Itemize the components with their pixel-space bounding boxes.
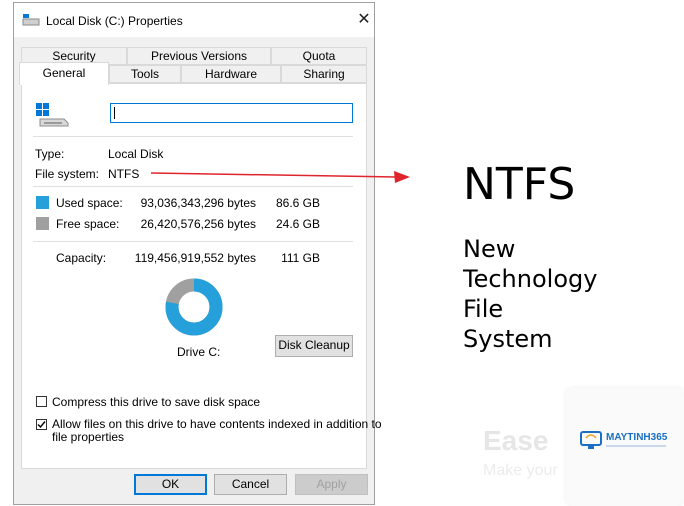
used-space-label: Used space:	[56, 196, 123, 210]
red-arrow	[150, 171, 410, 183]
close-icon[interactable]: ✕	[352, 8, 376, 32]
tab-general[interactable]: General	[19, 62, 109, 85]
free-space-swatch	[36, 217, 49, 230]
properties-dialog: Local Disk (C:) Properties ✕ Security Pr…	[13, 2, 382, 505]
compress-label: Compress this drive to save disk space	[52, 395, 261, 409]
watermark-tagline: Make your	[483, 462, 558, 479]
free-space-bytes: 26,420,576,256 bytes	[140, 217, 256, 231]
drive-caption: Drive C:	[177, 345, 221, 359]
apply-button[interactable]: Apply	[295, 474, 368, 495]
checkmark-icon	[37, 421, 46, 429]
arrow-head	[394, 171, 410, 183]
watermark-subtext	[606, 445, 666, 447]
used-space-swatch	[36, 196, 49, 209]
tab-quota[interactable]: Quota	[271, 47, 367, 65]
annotation-line-new: New	[463, 235, 516, 263]
used-space-bytes: 93,036,343,296 bytes	[140, 196, 256, 210]
annotation-line-system: System	[463, 325, 553, 353]
tab-hardware[interactable]: Hardware	[181, 65, 281, 83]
monitor-logo-icon	[580, 431, 602, 449]
ntfs-heading: NTFS	[463, 159, 576, 210]
window-title: Local Disk (C:) Properties	[46, 14, 183, 28]
free-space-gb: 24.6 GB	[275, 217, 320, 231]
tab-sharing[interactable]: Sharing	[281, 65, 367, 83]
divider	[33, 136, 353, 137]
annotation-line-technology: Technology	[463, 265, 598, 293]
drive-title-icon	[22, 14, 40, 26]
arrow-shaft	[150, 172, 397, 178]
capacity-bytes: 119,456,919,552 bytes	[134, 251, 256, 265]
title-bar[interactable]: Local Disk (C:) Properties ✕	[14, 3, 374, 37]
index-label-line2: file properties	[52, 430, 125, 444]
compress-checkbox[interactable]	[36, 396, 47, 407]
cancel-button[interactable]: Cancel	[214, 474, 287, 495]
watermark-brand: MAYTINH365	[606, 432, 668, 443]
text-caret	[114, 107, 115, 119]
disk-cleanup-button[interactable]: Disk Cleanup	[275, 335, 353, 357]
capacity-gb: 111 GB	[281, 251, 320, 265]
free-space-label: Free space:	[56, 217, 120, 231]
disk-usage-donut	[165, 278, 223, 336]
hard-drive-windows-icon	[36, 103, 69, 127]
capacity-label: Capacity:	[56, 251, 107, 265]
tab-previous-versions[interactable]: Previous Versions	[127, 47, 271, 65]
type-label: Type:	[35, 147, 65, 161]
used-space-gb: 86.6 GB	[275, 196, 320, 210]
type-value: Local Disk	[108, 147, 164, 161]
watermark-word: Ease	[483, 425, 549, 456]
file-system-label: File system:	[35, 167, 100, 181]
tab-tools[interactable]: Tools	[109, 65, 181, 83]
index-checkbox[interactable]	[36, 419, 47, 430]
watermark-logo-card: MAYTINH365	[566, 388, 684, 506]
index-label-line1: Allow files on this drive to have conten…	[52, 417, 382, 431]
ok-button[interactable]: OK	[134, 474, 207, 495]
annotation-line-file: File	[463, 295, 504, 323]
drive-name-input[interactable]	[110, 103, 353, 123]
divider	[33, 241, 353, 242]
divider	[33, 186, 353, 187]
file-system-value: NTFS	[108, 167, 140, 181]
